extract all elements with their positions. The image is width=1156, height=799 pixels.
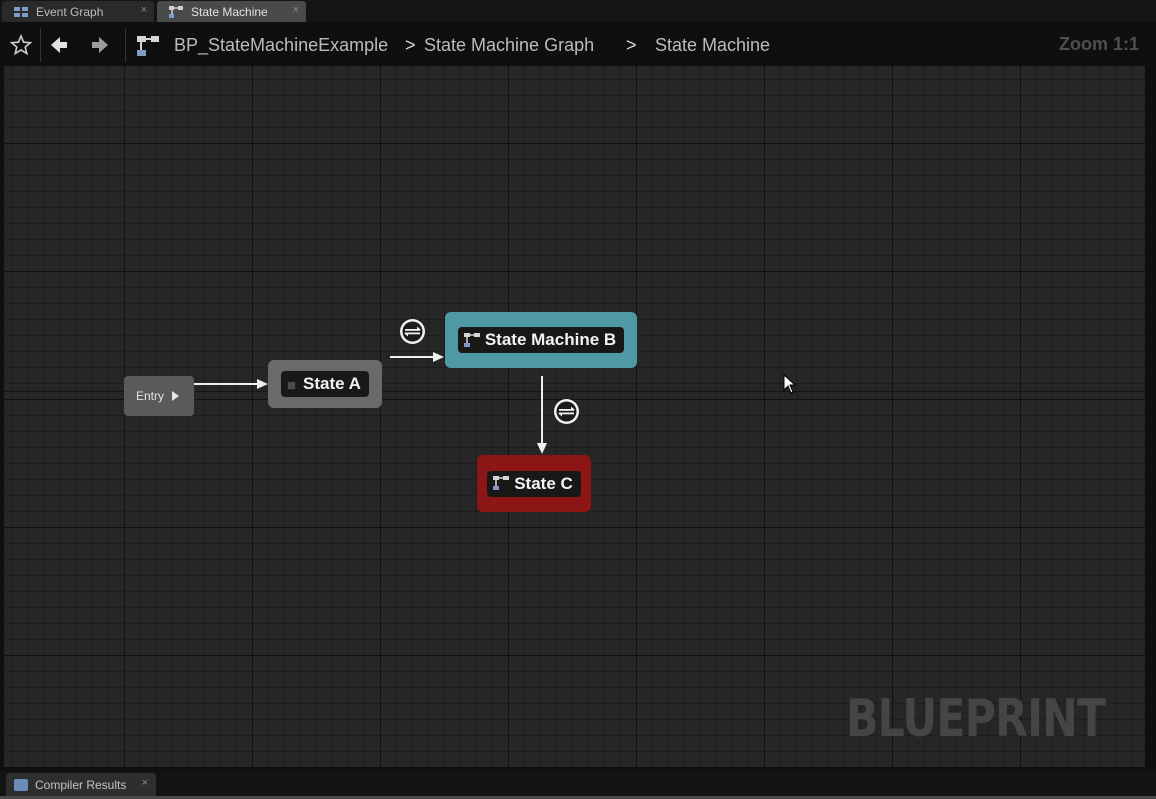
state-machine-icon — [169, 5, 184, 18]
breadcrumb-bar: BP_StateMachineExample > State Machine G… — [4, 24, 1145, 66]
state-machine-icon — [493, 476, 510, 490]
close-icon[interactable]: × — [141, 4, 147, 16]
tab-state-machine[interactable]: State Machine × — [157, 1, 306, 22]
entry-label: Entry — [136, 389, 165, 403]
exec-pin-icon[interactable] — [172, 391, 180, 401]
close-icon[interactable]: × — [142, 777, 148, 789]
state-node-c[interactable]: State C — [477, 455, 591, 512]
state-node-title: State Machine B — [457, 327, 625, 353]
star-icon — [10, 34, 32, 56]
toolbar-divider — [125, 28, 126, 62]
entry-node[interactable]: Entry — [124, 376, 194, 416]
state-icon — [287, 381, 297, 390]
favorite-button[interactable] — [7, 32, 35, 58]
breadcrumb-separator: > — [405, 35, 416, 55]
breadcrumb-item[interactable]: State Machine Graph — [424, 35, 594, 56]
state-machine-node-b[interactable]: State Machine B — [445, 312, 637, 368]
zoom-level-label: Zoom 1:1 — [1058, 34, 1139, 54]
forward-button[interactable] — [86, 32, 114, 58]
close-icon[interactable]: × — [293, 4, 299, 16]
state-node-title: State A — [281, 371, 369, 397]
breadcrumb-item[interactable]: State Machine — [655, 35, 770, 56]
toolbar-divider — [40, 28, 41, 62]
state-node-label: State A — [303, 374, 361, 393]
transition-rule-icon[interactable] — [400, 319, 425, 344]
breadcrumb-separator: > — [626, 35, 637, 55]
mouse-cursor-icon — [783, 374, 797, 394]
tab-event-graph-label: Event Graph — [36, 4, 104, 19]
state-node-label: State C — [514, 473, 573, 493]
compiler-results-icon — [14, 778, 28, 791]
forward-arrow-icon — [92, 37, 108, 53]
bottom-panel-tab-strip: Compiler Results × — [0, 770, 1156, 799]
blueprint-watermark: BLUEPRINT — [846, 689, 1106, 749]
tab-event-graph[interactable]: Event Graph × — [2, 1, 154, 22]
tab-state-machine-label: State Machine — [191, 4, 268, 19]
state-machine-icon — [135, 34, 161, 58]
state-machine-icon — [463, 332, 480, 347]
event-graph-icon — [14, 6, 29, 18]
state-node-label: State Machine B — [484, 330, 617, 349]
back-arrow-icon — [51, 37, 67, 53]
document-tab-strip: Event Graph × State Machine × — [0, 0, 1156, 22]
tab-compiler-results[interactable]: Compiler Results × — [6, 773, 156, 796]
transition-rule-icon[interactable] — [554, 399, 579, 424]
breadcrumb-item[interactable]: BP_StateMachineExample — [174, 35, 388, 56]
tab-compiler-results-label: Compiler Results — [35, 777, 127, 792]
state-node-a[interactable]: State A — [268, 360, 382, 408]
back-button[interactable] — [45, 32, 73, 58]
state-node-title: State C — [487, 470, 581, 497]
